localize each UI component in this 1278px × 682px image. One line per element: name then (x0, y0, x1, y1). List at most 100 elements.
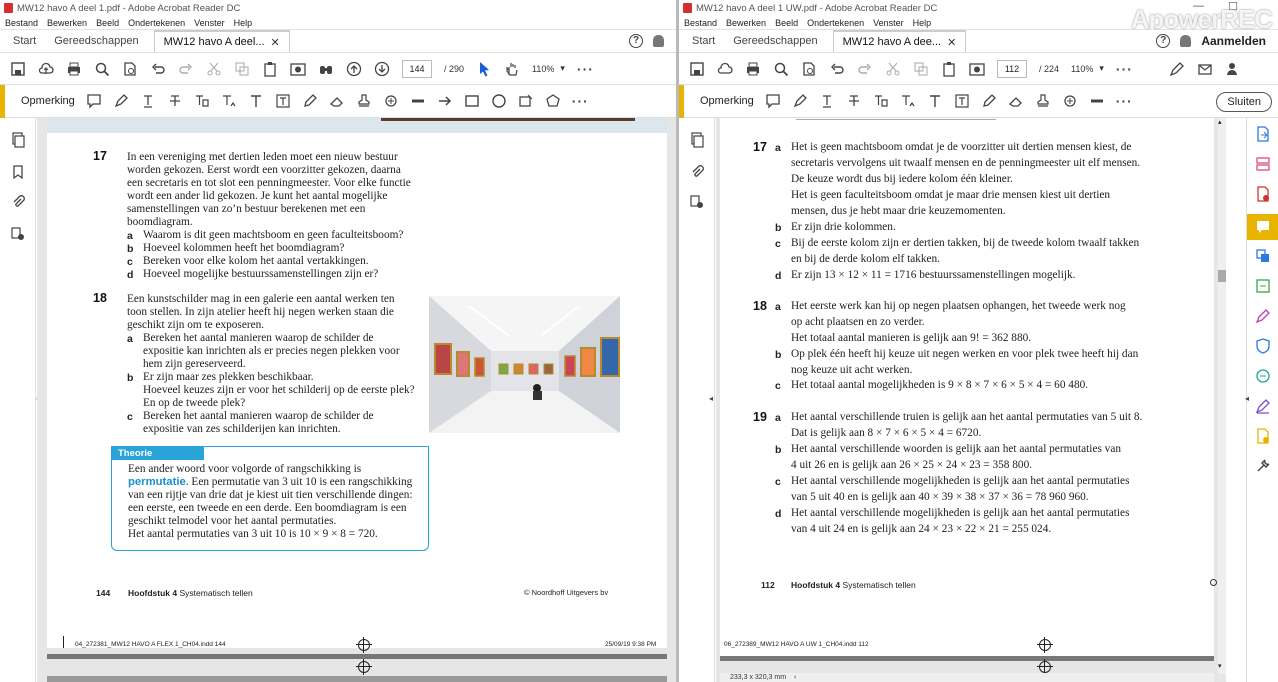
more-tools-icon[interactable]: ··· (1116, 61, 1133, 77)
search-icon[interactable] (773, 61, 789, 77)
undo-icon[interactable] (829, 61, 845, 77)
underline-text-icon[interactable] (819, 93, 835, 109)
prev-page-icon[interactable] (346, 61, 362, 77)
more-tools-wrench-icon[interactable] (1255, 458, 1271, 474)
document-area[interactable]: 17 In een vereniging met dertien leden m… (37, 118, 676, 682)
binoculars-icon[interactable] (318, 61, 334, 77)
callout-icon[interactable] (518, 93, 534, 109)
combine-files-icon[interactable] (1255, 248, 1271, 264)
fill-sign-icon[interactable] (1255, 308, 1271, 324)
attachment-icon[interactable] (689, 164, 705, 180)
scroll-left-icon[interactable]: ‹ (794, 674, 796, 681)
sign-pen-icon[interactable] (1169, 61, 1185, 77)
eraser-icon[interactable] (329, 93, 345, 109)
menu-help[interactable]: Help (234, 18, 253, 28)
tab-document[interactable]: MW12 havo A deel... ✕ (153, 30, 290, 52)
collapse-left-arrow-icon[interactable]: ◂ (709, 394, 713, 403)
search-icon[interactable] (94, 61, 110, 77)
optimize-pdf-icon[interactable] (1255, 368, 1271, 384)
clipboard-icon[interactable] (941, 61, 957, 77)
page-thumbnails-icon[interactable] (689, 132, 705, 148)
oval-tool-icon[interactable] (491, 93, 507, 109)
menu-bewerken[interactable]: Bewerken (726, 18, 766, 28)
undo-icon[interactable] (150, 61, 166, 77)
menu-bestand[interactable]: Bestand (5, 18, 38, 28)
snapshot-icon[interactable] (969, 61, 985, 77)
copy-icon[interactable] (234, 61, 250, 77)
cut-icon[interactable] (206, 61, 222, 77)
next-page-icon[interactable] (374, 61, 390, 77)
attachment-icon[interactable] (10, 194, 26, 210)
menu-ondertekenen[interactable]: Ondertekenen (128, 18, 185, 28)
rectangle-tool-icon[interactable] (464, 93, 480, 109)
save-icon[interactable] (689, 61, 705, 77)
page-search-icon[interactable] (122, 61, 138, 77)
close-tab-icon[interactable]: ✕ (271, 36, 280, 49)
add-text-icon[interactable] (927, 93, 943, 109)
replace-text-icon[interactable] (194, 93, 210, 109)
zoom-select[interactable]: 110% ▾ (1071, 63, 1104, 74)
page-number-input[interactable]: 144 (402, 59, 432, 78)
tab-start[interactable]: Start (4, 30, 45, 52)
pencil-icon[interactable] (302, 93, 318, 109)
layers-icon[interactable] (689, 194, 705, 210)
sticky-note-icon[interactable] (765, 93, 781, 109)
replace-text-icon[interactable] (873, 93, 889, 109)
insert-text-icon[interactable] (221, 93, 237, 109)
stamp-icon[interactable] (356, 93, 372, 109)
upload-cloud-icon[interactable] (717, 61, 733, 77)
tab-start[interactable]: Start (683, 30, 724, 52)
print-icon[interactable] (745, 61, 761, 77)
user-icon[interactable] (1225, 61, 1241, 77)
clipboard-icon[interactable] (262, 61, 278, 77)
insert-text-icon[interactable] (900, 93, 916, 109)
help-icon[interactable]: ? (629, 34, 643, 48)
collapse-right-arrow-icon[interactable]: ◂ (1245, 394, 1249, 403)
more-comment-tools-icon[interactable]: ··· (572, 93, 589, 109)
attach-file-icon[interactable] (383, 93, 399, 109)
highlight-icon[interactable] (113, 93, 129, 109)
send-review-icon[interactable] (1255, 428, 1271, 444)
arrow-tool-icon[interactable] (437, 93, 453, 109)
hand-tool-icon[interactable] (504, 61, 520, 77)
create-pdf-icon[interactable] (1255, 186, 1271, 202)
menu-beeld[interactable]: Beeld (775, 18, 798, 28)
more-comment-tools-icon[interactable]: ··· (1116, 93, 1133, 109)
menu-venster[interactable]: Venster (194, 18, 225, 28)
menu-ondertekenen[interactable]: Ondertekenen (807, 18, 864, 28)
menu-help[interactable]: Help (913, 18, 932, 28)
line-tool-icon[interactable] (410, 93, 426, 109)
menu-bestand[interactable]: Bestand (684, 18, 717, 28)
strikethrough-icon[interactable] (167, 93, 183, 109)
underline-text-icon[interactable] (140, 93, 156, 109)
menu-bewerken[interactable]: Bewerken (47, 18, 87, 28)
print-icon[interactable] (66, 61, 82, 77)
text-box-icon[interactable] (954, 93, 970, 109)
tab-tools[interactable]: Gereedschappen (45, 30, 147, 52)
snapshot-icon[interactable] (290, 61, 306, 77)
polygon-tool-icon[interactable] (545, 93, 561, 109)
bookmark-icon[interactable] (10, 164, 26, 180)
stamp-icon[interactable] (1035, 93, 1051, 109)
menu-venster[interactable]: Venster (873, 18, 904, 28)
vertical-scrollbar[interactable]: ▴ ▾ (1218, 118, 1226, 674)
eraser-icon[interactable] (1008, 93, 1024, 109)
comment-tool-icon[interactable] (1247, 214, 1278, 240)
tab-tools[interactable]: Gereedschappen (724, 30, 826, 52)
menu-beeld[interactable]: Beeld (96, 18, 119, 28)
zoom-select[interactable]: 110% ▾ (532, 63, 565, 74)
close-tab-icon[interactable]: ✕ (947, 36, 956, 49)
document-area[interactable]: 17 a Het is geen machtsboom omdat je de … (716, 118, 1226, 682)
page-search-icon[interactable] (801, 61, 817, 77)
highlight-icon[interactable] (792, 93, 808, 109)
cut-icon[interactable] (885, 61, 901, 77)
line-tool-icon[interactable] (1089, 93, 1105, 109)
scroll-up-icon[interactable]: ▴ (1218, 118, 1222, 126)
mail-icon[interactable] (1197, 61, 1213, 77)
pencil-icon[interactable] (981, 93, 997, 109)
upload-cloud-icon[interactable] (38, 61, 54, 77)
sign-in-button[interactable]: Aanmelden (1201, 34, 1266, 48)
edit-pdf-icon[interactable] (1255, 278, 1271, 294)
tab-document[interactable]: MW12 havo A dee... ✕ (832, 30, 967, 52)
notification-bell-icon[interactable] (653, 35, 664, 47)
